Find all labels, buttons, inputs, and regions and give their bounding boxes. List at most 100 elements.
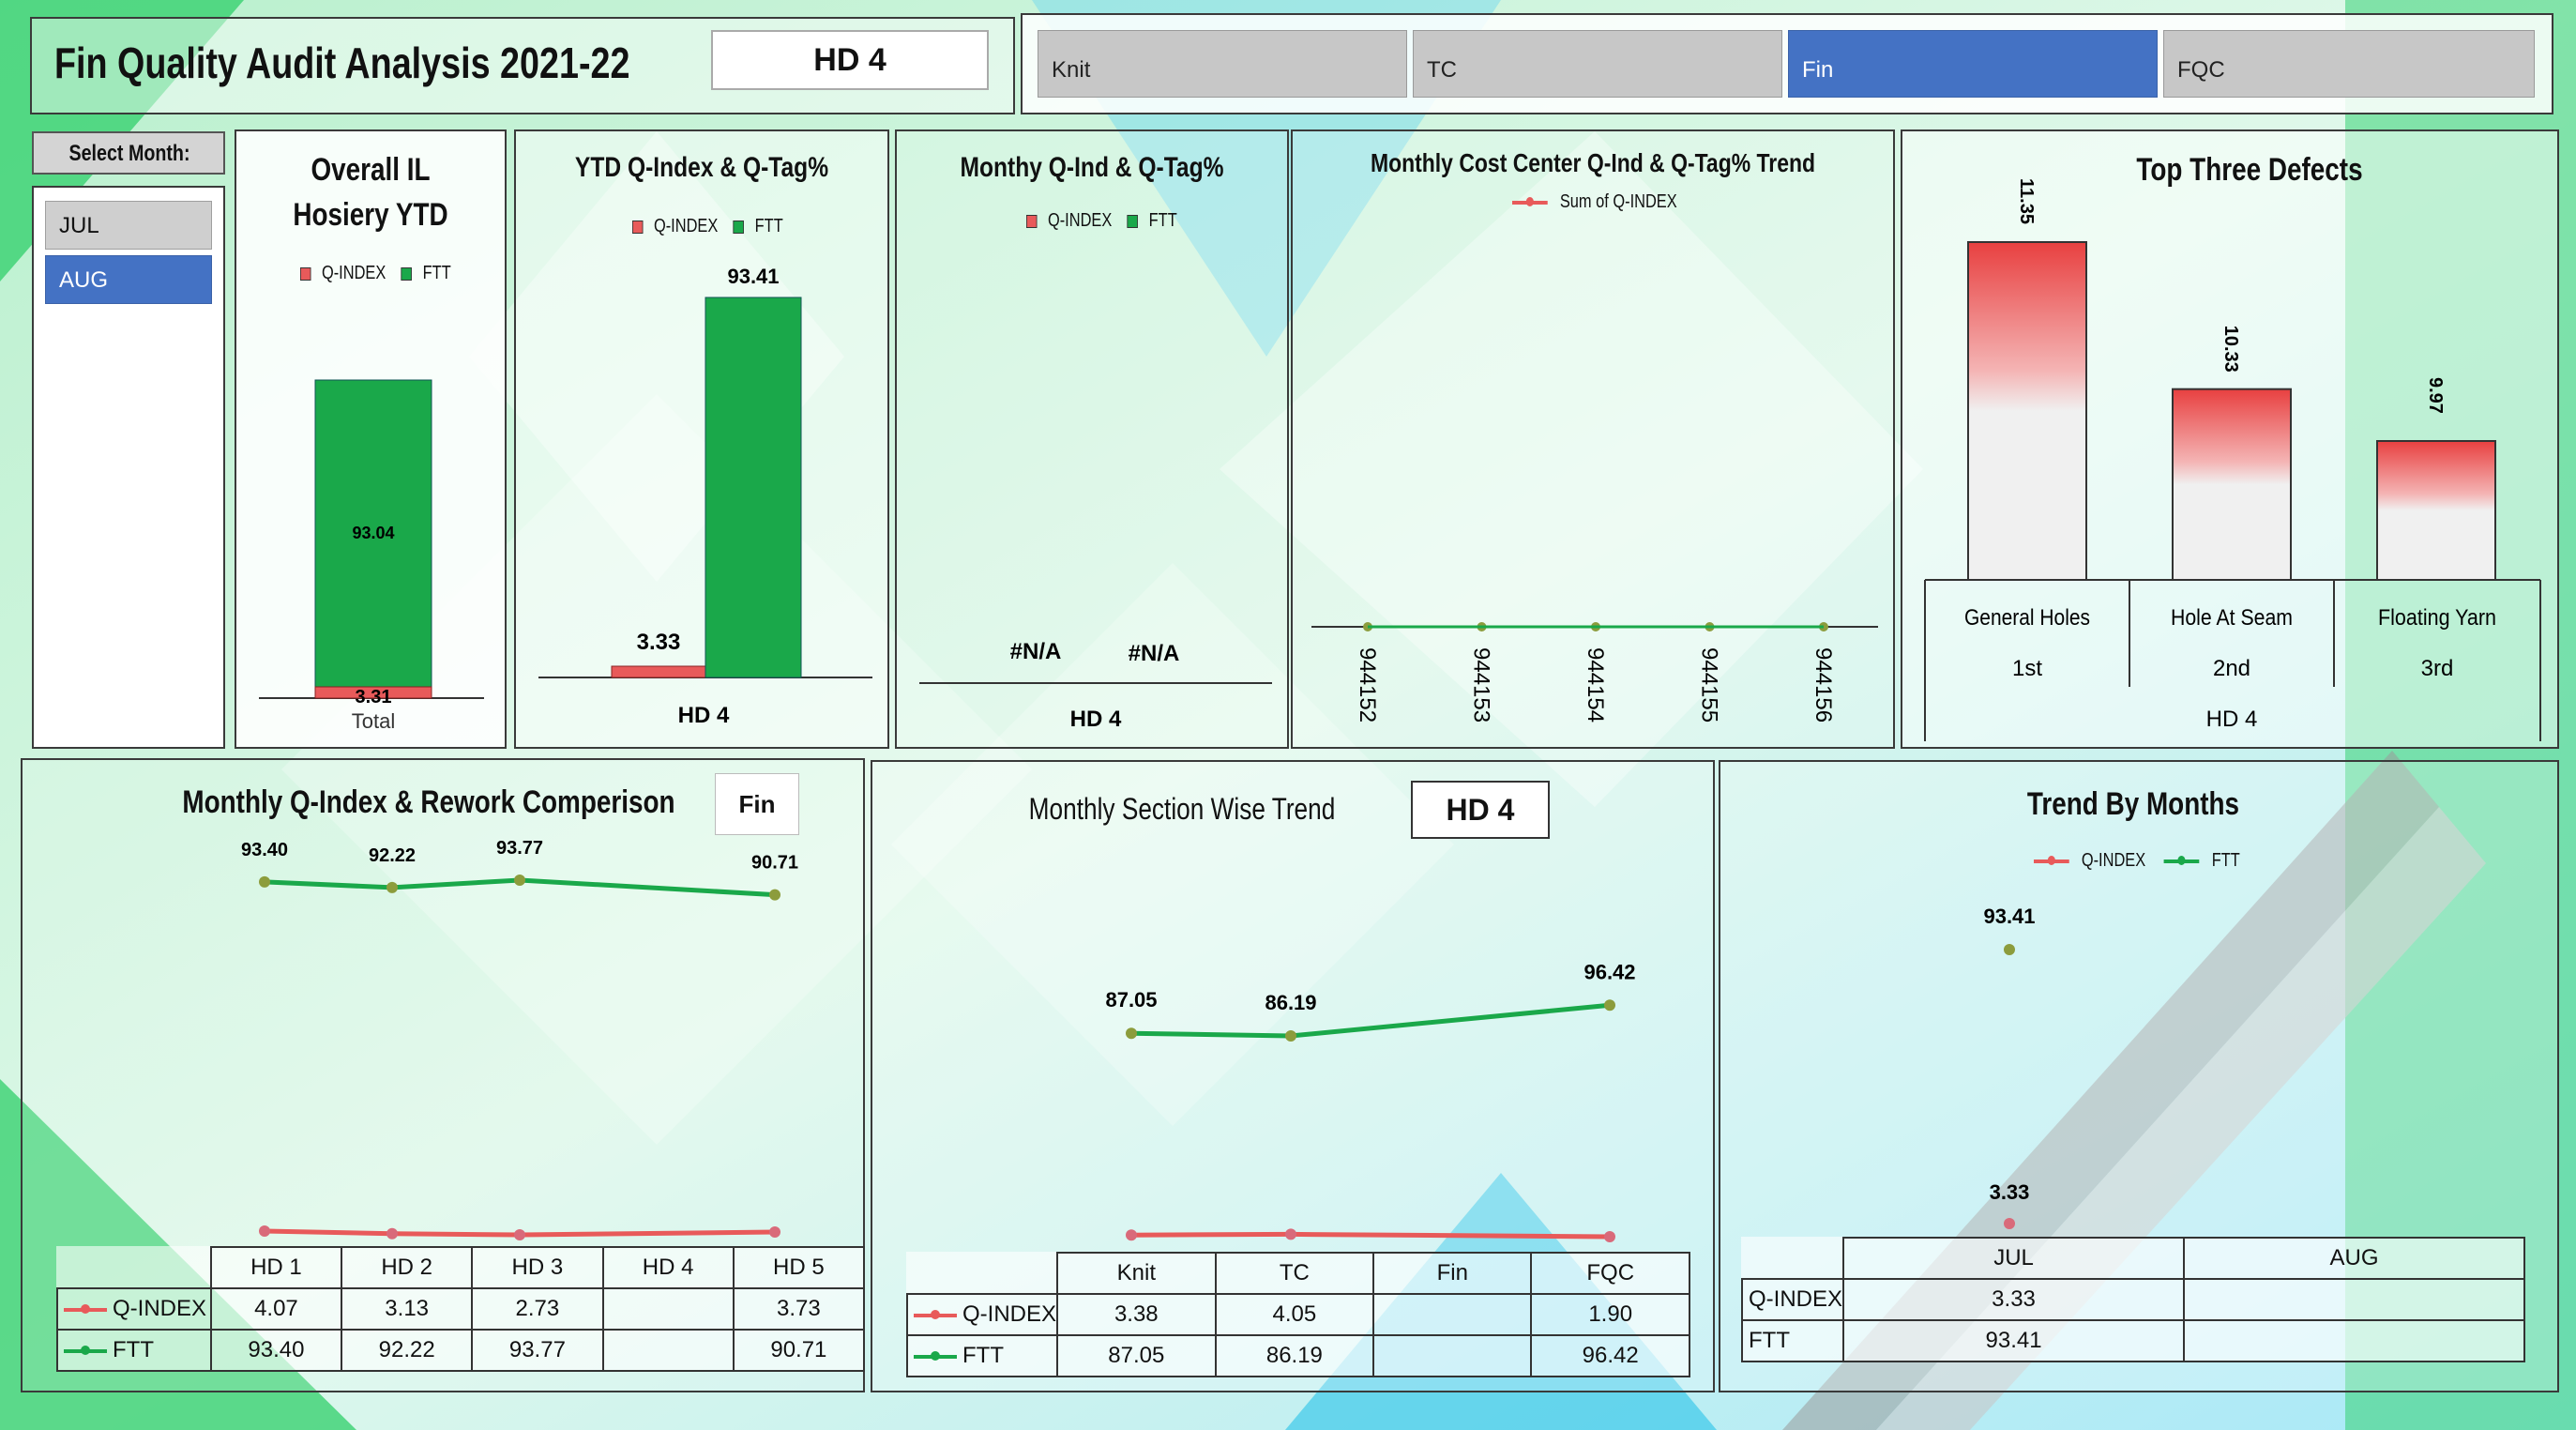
trend-label-ftt: 93.41 xyxy=(1983,905,2035,928)
section-data-label: 87.05 xyxy=(1105,988,1157,1012)
cost-center-panel: Monthly Cost Center Q-Ind & Q-Tag% Trend… xyxy=(1291,129,1895,749)
row-label-qindex: Q-INDEX xyxy=(56,1287,212,1331)
top-defects-label: 9.97 xyxy=(2425,377,2446,414)
rework-qindex-point xyxy=(386,1227,398,1240)
rework-qindex-point xyxy=(259,1225,270,1237)
section-ftt-line xyxy=(1130,1002,1611,1039)
cell: 2.73 xyxy=(471,1287,604,1331)
month-aug[interactable]: AUG xyxy=(45,255,212,304)
cost-center-tick: 944152 xyxy=(1355,647,1380,723)
rework-col: HD 2 xyxy=(341,1246,474,1289)
cell xyxy=(2183,1278,2525,1321)
top-defects-bar xyxy=(2172,388,2292,581)
top-defects-rank-3: 3rd xyxy=(2421,656,2454,681)
rework-col: HD 4 xyxy=(601,1246,735,1289)
cell: 3.33 xyxy=(1842,1278,2186,1321)
row-label-ftt: FTT xyxy=(56,1329,212,1372)
trend-table-header: JUL AUG xyxy=(1742,1237,2525,1280)
rework-data-label: 93.77 xyxy=(496,838,543,859)
overall-label-qindex: 3.31 xyxy=(356,687,392,707)
row-label-ftt: FTT xyxy=(1740,1319,1845,1362)
row-label-qindex: Q-INDEX xyxy=(905,1293,1059,1336)
section-col: TC xyxy=(1214,1252,1375,1295)
trend-months-table: JUL AUG Q-INDEX 3.33 FTT 93.41 xyxy=(1740,1237,2525,1362)
trend-months-panel: Trend By Months Q-INDEX FTT 93.41 3.33 JU… xyxy=(1719,760,2559,1392)
rework-col: HD 1 xyxy=(209,1246,343,1289)
ytd-bar-ftt xyxy=(705,297,802,678)
section-data-label: 96.42 xyxy=(1583,960,1635,983)
cell: 86.19 xyxy=(1214,1334,1375,1377)
top-defects-label: 11.35 xyxy=(2016,178,2037,224)
tab-knit[interactable]: Knit xyxy=(1038,30,1407,98)
top-defects-bar xyxy=(1967,241,2087,581)
cell: 3.13 xyxy=(341,1287,474,1331)
cell xyxy=(601,1329,735,1372)
cell xyxy=(2183,1319,2525,1362)
cell: 4.07 xyxy=(209,1287,343,1331)
table-row: Q-INDEX 3.33 xyxy=(1740,1278,2525,1321)
top-defects-cat-3: Floating Yarn xyxy=(2378,605,2496,631)
top-defects-chart: General Holes Hole At Seam Floating Yarn… xyxy=(1924,178,2541,741)
cell: 1.90 xyxy=(1530,1293,1690,1336)
top-defects-bar xyxy=(2376,440,2496,581)
cost-center-chart: 944152 944153 944154 944155 944156 xyxy=(1311,622,1878,723)
top-defects-label: 10.33 xyxy=(2220,326,2241,373)
rework-data-label: 93.40 xyxy=(241,840,288,860)
cell: 92.22 xyxy=(341,1329,474,1372)
cell xyxy=(1372,1293,1533,1336)
section-qindex-point xyxy=(1126,1229,1137,1241)
rework-ftt-point xyxy=(259,875,270,888)
dept-selector[interactable]: HD 4 xyxy=(711,30,989,90)
cost-center-tick: 944153 xyxy=(1469,647,1494,723)
section-ftt-point xyxy=(1604,999,1615,1012)
table-row: Q-INDEX 4.07 3.13 2.73 3.73 xyxy=(56,1287,866,1331)
monthly-category: HD 4 xyxy=(1070,707,1122,732)
cost-center-tick: 944155 xyxy=(1697,647,1722,723)
tab-fqc[interactable]: FQC xyxy=(2163,30,2535,98)
top-defects-rank-1: 1st xyxy=(2012,656,2042,681)
cell: 3.73 xyxy=(732,1287,866,1331)
table-row: Q-INDEX 3.38 4.05 1.90 xyxy=(905,1293,1690,1336)
trend-ftt-point xyxy=(2004,944,2015,955)
ytd-bar-qindex xyxy=(611,665,706,678)
month-label-box: Select Month: xyxy=(32,131,225,175)
cell: 93.40 xyxy=(209,1329,343,1372)
section-col: Fin xyxy=(1372,1252,1533,1295)
section-col: Knit xyxy=(1056,1252,1217,1295)
section-qindex-line xyxy=(1130,1231,1611,1240)
top-defects-panel: Top Three Defects General Holes Hole At … xyxy=(1901,129,2559,749)
month-jul[interactable]: JUL xyxy=(45,201,212,250)
monthly-panel: Monthy Q-Ind & Q-Tag% Q-INDEX FTT #N/A #… xyxy=(895,129,1289,749)
cell: 93.41 xyxy=(1842,1319,2186,1362)
top-defects-group: HD 4 xyxy=(2206,707,2258,732)
overall-label-ftt: 93.04 xyxy=(352,524,394,542)
row-label-ftt: FTT xyxy=(905,1334,1059,1377)
ytd-chart: 3.33 93.41 HD 4 xyxy=(538,265,872,728)
rework-col: HD 3 xyxy=(471,1246,604,1289)
rework-col: HD 5 xyxy=(732,1246,866,1289)
top-defects-cat-2: Hole At Seam xyxy=(2171,605,2293,631)
ytd-panel: YTD Q-Index & Q-Tag% Q-INDEX FTT 3.33 93… xyxy=(514,129,889,749)
section-qindex-point xyxy=(1285,1228,1296,1240)
rework-table-header: HD 1 HD 2 HD 3 HD 4 HD 5 xyxy=(57,1246,866,1289)
cost-center-tick: 944154 xyxy=(1583,647,1608,723)
ytd-category: HD 4 xyxy=(678,703,730,728)
top-defects-rank-2: 2nd xyxy=(2213,656,2250,681)
overall-panel: Overall IL Hosiery YTD Q-INDEX FTT 93.04… xyxy=(235,129,507,749)
title-panel: Fin Quality Audit Analysis 2021-22 HD 4 xyxy=(30,17,1015,114)
page-title: Fin Quality Audit Analysis 2021-22 xyxy=(54,38,630,87)
section-table-header: Knit TC Fin FQC xyxy=(907,1252,1690,1295)
tab-tc[interactable]: TC xyxy=(1413,30,1782,98)
section-data-label: 86.19 xyxy=(1265,991,1316,1014)
trend-label-qindex: 3.33 xyxy=(1990,1180,2030,1204)
rework-ftt-point xyxy=(514,875,525,886)
rework-ftt-point xyxy=(386,881,398,893)
trend-col: AUG xyxy=(2183,1237,2525,1280)
cell: 3.38 xyxy=(1056,1293,1217,1336)
tab-fin[interactable]: Fin xyxy=(1788,30,2158,98)
ytd-label-qindex: 3.33 xyxy=(637,630,681,655)
month-label: Select Month: xyxy=(68,141,190,166)
monthly-chart: #N/A #N/A HD 4 xyxy=(919,639,1272,732)
rework-qindex-point xyxy=(514,1229,525,1240)
monthly-label-qindex: #N/A xyxy=(1010,639,1062,664)
